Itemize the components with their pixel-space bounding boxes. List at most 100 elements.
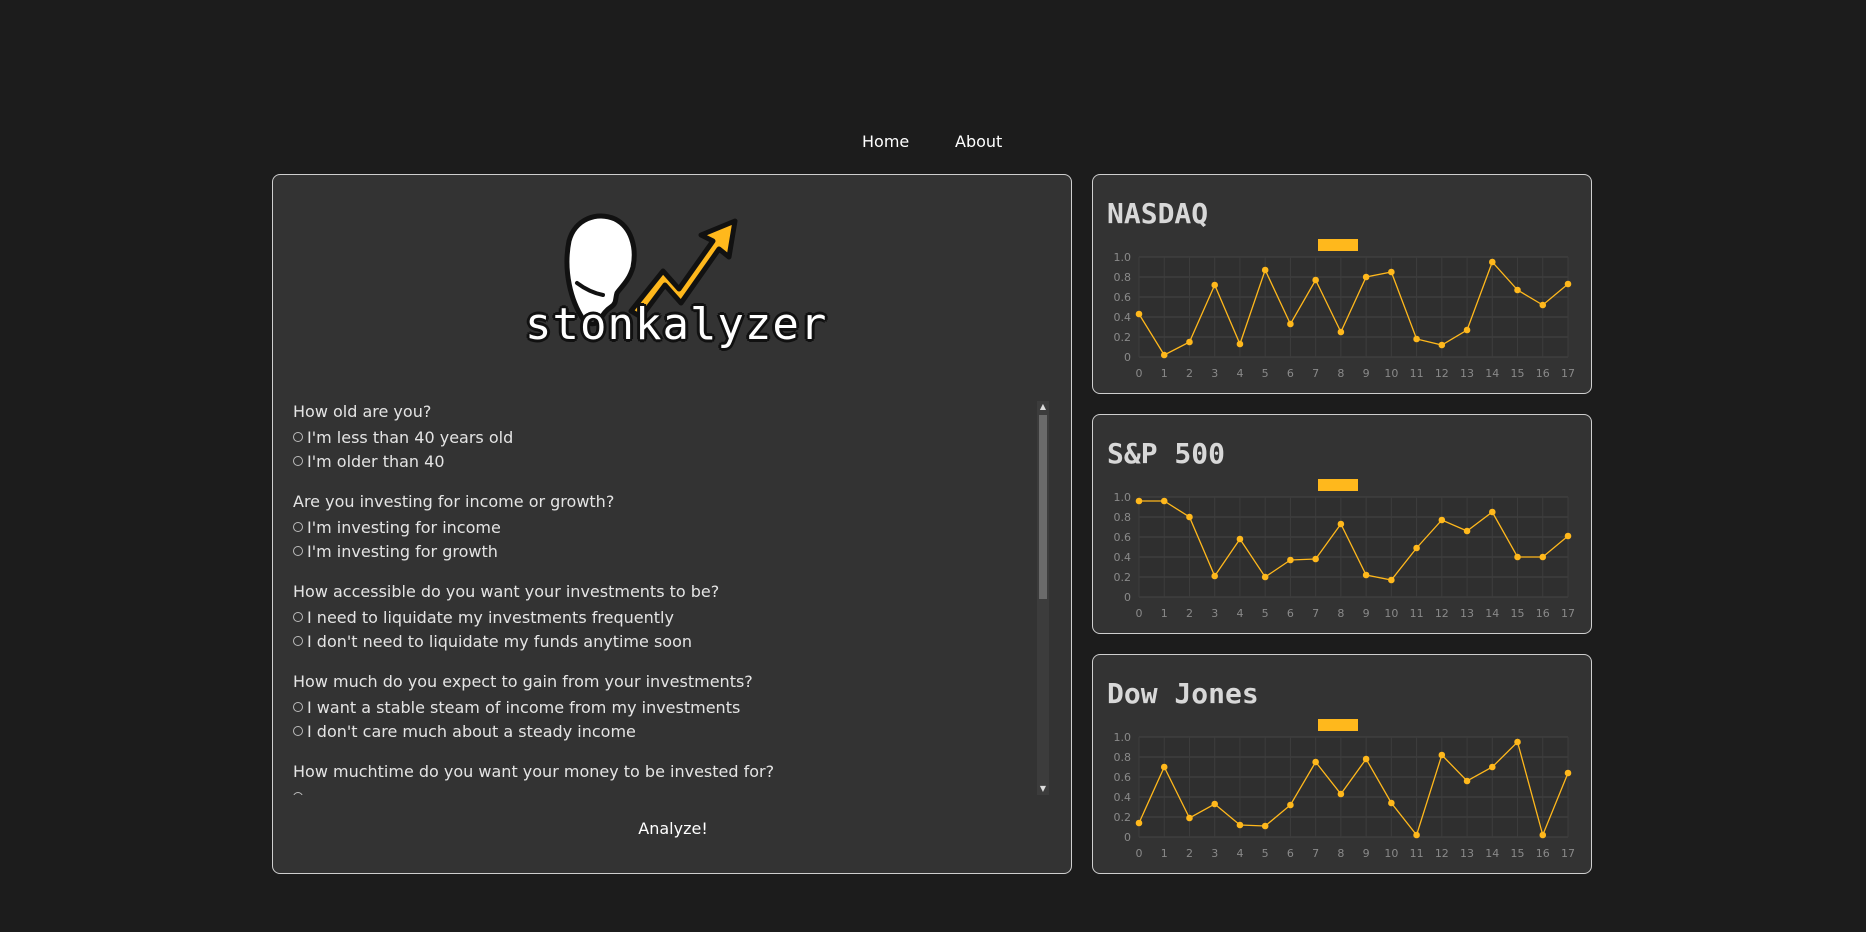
x-tick-label: 11	[1410, 367, 1424, 380]
x-tick-label: 0	[1136, 847, 1143, 860]
data-point	[1463, 527, 1471, 535]
x-tick-label: 1	[1161, 367, 1168, 380]
data-point	[1261, 573, 1269, 581]
radio-option[interactable]: I don't need to liquidate my funds anyti…	[293, 629, 1037, 653]
option-label: I'm investing for income	[307, 517, 501, 537]
radio-option[interactable]: I'm investing for income	[293, 515, 1037, 539]
radio-button[interactable]	[293, 726, 303, 736]
scroll-thumb[interactable]	[1039, 415, 1047, 599]
radio-button[interactable]	[293, 792, 303, 795]
x-tick-label: 3	[1211, 847, 1218, 860]
brand-name: stonkalyzer	[525, 299, 828, 350]
radio-option[interactable]: I'm less than 40 years old	[293, 425, 1037, 449]
chart-title: Dow Jones	[1107, 677, 1259, 710]
y-tick-label: 0	[1124, 351, 1131, 364]
data-point	[1135, 497, 1143, 505]
data-point	[1564, 769, 1572, 777]
radio-button[interactable]	[293, 546, 303, 556]
x-tick-label: 8	[1337, 607, 1344, 620]
x-tick-label: 2	[1186, 847, 1193, 860]
data-point	[1514, 286, 1521, 294]
data-point	[1388, 576, 1395, 584]
questions-scrollbar[interactable]: ▲ ▼	[1037, 401, 1049, 795]
y-tick-label: 0.4	[1114, 551, 1132, 564]
question-liquidity: How accessible do you want your investme…	[293, 581, 1037, 653]
x-tick-label: 9	[1363, 607, 1370, 620]
x-tick-label: 17	[1561, 367, 1575, 380]
radio-option[interactable]: I want a stable steam of income from my …	[293, 695, 1037, 719]
x-tick-label: 13	[1460, 367, 1474, 380]
data-point	[1463, 777, 1471, 785]
option-label: I'm less than 40 years old	[307, 427, 514, 447]
y-tick-label: 1.0	[1114, 251, 1132, 264]
data-point	[1287, 801, 1294, 809]
x-tick-label: 14	[1485, 607, 1499, 620]
radio-option[interactable]	[293, 785, 1037, 795]
y-tick-label: 0.8	[1114, 271, 1132, 284]
radio-button[interactable]	[293, 612, 303, 622]
x-tick-label: 5	[1262, 847, 1269, 860]
questions-list[interactable]: How old are you? I'm less than 40 years …	[293, 401, 1037, 795]
data-point	[1564, 532, 1572, 540]
data-point	[1160, 351, 1168, 359]
radio-button[interactable]	[293, 522, 303, 532]
x-tick-label: 7	[1312, 367, 1319, 380]
data-point	[1261, 266, 1269, 274]
question-title: How much do you expect to gain from your…	[293, 672, 753, 691]
x-tick-label: 10	[1384, 847, 1398, 860]
radio-button[interactable]	[293, 432, 303, 442]
legend-swatch	[1318, 719, 1358, 731]
data-point	[1463, 326, 1471, 334]
x-tick-label: 4	[1236, 367, 1243, 380]
data-point	[1312, 276, 1319, 284]
y-tick-label: 0.6	[1114, 291, 1132, 304]
question-title: How accessible do you want your investme…	[293, 582, 720, 601]
data-point	[1211, 572, 1219, 580]
plot-area	[1139, 737, 1568, 837]
radio-button[interactable]	[293, 702, 303, 712]
data-point	[1413, 831, 1420, 839]
x-tick-label: 11	[1410, 847, 1424, 860]
data-point	[1514, 738, 1521, 746]
data-point	[1312, 758, 1319, 766]
sp500-line-chart: 00.20.40.60.81.00 1 2 3 4 5 6 7 8 9 10 11 12 13 14 15 16…	[1114, 479, 1575, 620]
data-point	[1488, 508, 1496, 516]
radio-option[interactable]: I need to liquidate my investments frequ…	[293, 605, 1037, 629]
x-tick-label: 7	[1312, 607, 1319, 620]
radio-button[interactable]	[293, 636, 303, 646]
radio-option[interactable]: I'm investing for growth	[293, 539, 1037, 563]
x-tick-label: 1	[1161, 847, 1168, 860]
nav-home-link[interactable]: Home	[862, 132, 909, 151]
top-nav: Home About	[0, 132, 1866, 158]
option-label: I'm investing for growth	[307, 541, 498, 561]
scroll-down-arrow-icon[interactable]: ▼	[1037, 783, 1049, 795]
chart-title: NASDAQ	[1107, 197, 1209, 230]
legend-swatch	[1318, 479, 1358, 491]
x-tick-label: 6	[1287, 367, 1294, 380]
data-point	[1438, 751, 1446, 759]
data-point	[1564, 280, 1572, 288]
radio-option[interactable]: I don't care much about a steady income	[293, 719, 1037, 743]
x-tick-label: 15	[1511, 607, 1525, 620]
x-tick-label: 11	[1410, 607, 1424, 620]
y-tick-label: 0.2	[1114, 331, 1132, 344]
data-point	[1413, 544, 1420, 552]
analyze-button[interactable]: Analyze!	[573, 819, 773, 843]
dowjones-line-chart: 00.20.40.60.81.00 1 2 3 4 5 6 7 8 9 10 11 12 13 14 15 16…	[1114, 719, 1575, 860]
data-point	[1135, 310, 1143, 318]
data-point	[1160, 763, 1168, 771]
x-tick-label: 1	[1161, 607, 1168, 620]
nasdaq-chart-card: NASDAQ 0 0.2 0.4 0.6 0.8 1.0 0 1 2 3 4 5 6 7 8 9 10 11 12 1…	[1092, 174, 1592, 394]
x-tick-label: 0	[1136, 367, 1143, 380]
data-point	[1438, 341, 1446, 349]
radio-option[interactable]: I'm older than 40	[293, 449, 1037, 473]
data-point	[1514, 553, 1521, 561]
radio-button[interactable]	[293, 456, 303, 466]
question-title: How old are you?	[293, 402, 432, 421]
data-point	[1539, 553, 1547, 561]
data-point	[1211, 800, 1219, 808]
scroll-up-arrow-icon[interactable]: ▲	[1037, 401, 1049, 413]
data-point	[1236, 340, 1244, 348]
x-tick-label: 16	[1536, 847, 1550, 860]
nav-about-link[interactable]: About	[955, 132, 1002, 151]
